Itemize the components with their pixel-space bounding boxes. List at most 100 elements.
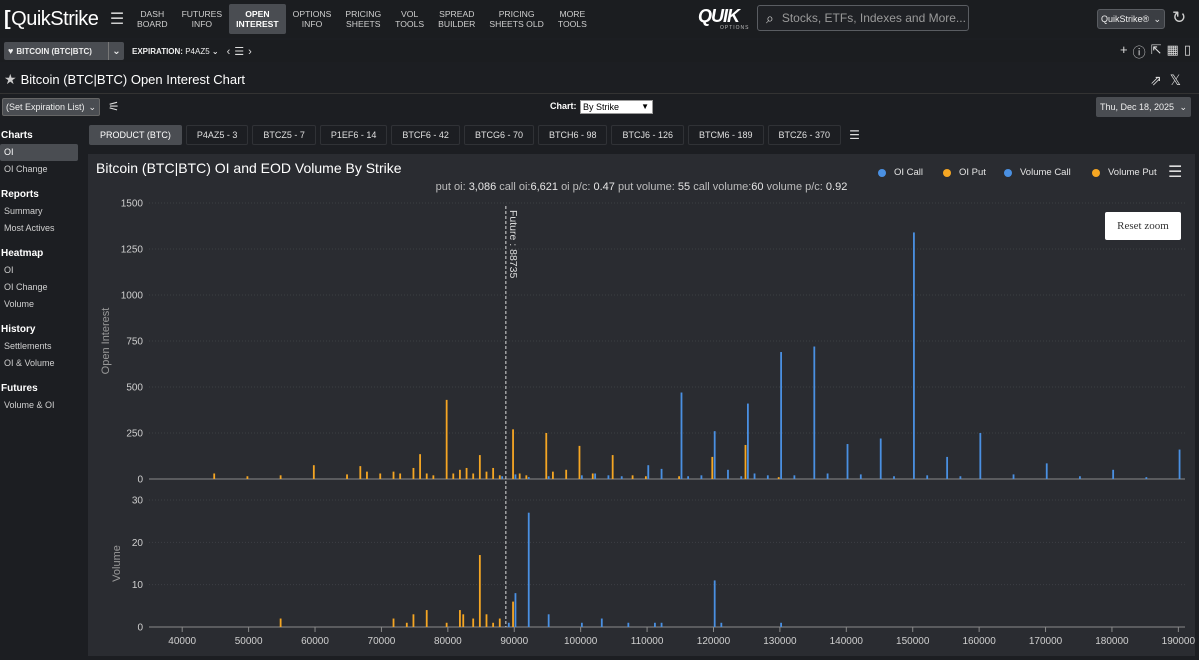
share-icon[interactable]: ⇱ bbox=[1151, 42, 1162, 61]
open-external-icon[interactable]: ⇗ bbox=[1150, 72, 1170, 88]
nav-item-futures-info[interactable]: FUTURES INFO bbox=[175, 4, 230, 34]
volume-put-bar bbox=[392, 618, 395, 627]
refresh-icon[interactable]: ↻ bbox=[1172, 8, 1186, 28]
x-tick-label: 160000 bbox=[962, 636, 996, 647]
x-tick-label: 130000 bbox=[763, 636, 797, 647]
chevron-down-icon: ⌄ bbox=[1153, 13, 1161, 24]
oi-put-bar bbox=[445, 399, 448, 479]
page-title: Bitcoin (BTC|BTC) Open Interest Chart bbox=[20, 72, 246, 87]
nav-item-more-tools[interactable]: MORE TOOLS bbox=[551, 4, 594, 34]
y-axis-label: Volume bbox=[111, 545, 123, 582]
sidebar-heading-charts: Charts bbox=[1, 130, 33, 141]
sidebar-item-charts-oi[interactable]: OI bbox=[0, 144, 78, 161]
tab-product-btc[interactable]: PRODUCT (BTC) bbox=[89, 125, 182, 145]
oi-volume-chart: 0 250 500 750 1000 1250 1500 Open Interest 0 10 20… bbox=[100, 199, 1195, 648]
calculator-icon[interactable]: ▦ bbox=[1167, 42, 1179, 61]
x-tick-label: 40000 bbox=[168, 636, 196, 647]
y-tick-label: 30 bbox=[132, 496, 144, 507]
legend-item-oi-call[interactable]: OI Call bbox=[878, 167, 923, 178]
quikstrike-logo[interactable]: [QuikStrike bbox=[0, 0, 104, 38]
main-menu-icon[interactable]: ☰ bbox=[104, 0, 130, 38]
nav-item-line1: OPEN bbox=[245, 9, 270, 19]
nav-item-open-interest[interactable]: OPEN INTEREST bbox=[229, 4, 286, 34]
document-icon[interactable]: ▯ bbox=[1184, 42, 1191, 61]
volume-put-bar bbox=[425, 610, 428, 627]
sidebar-heading-heatmap: Heatmap bbox=[1, 248, 44, 259]
sidebar-item-heatmap-volume[interactable]: Volume bbox=[0, 296, 82, 313]
nav-item-pricing-sheets[interactable]: PRICING SHEETS bbox=[338, 4, 388, 34]
oi-call-bar bbox=[727, 469, 729, 479]
user-menu-button[interactable]: QuikStrike® ⌄ bbox=[1097, 9, 1165, 29]
volume-put-bar bbox=[512, 601, 514, 627]
nav-item-dash-board[interactable]: DASH BOARD bbox=[130, 4, 175, 34]
volume-call-bar bbox=[660, 622, 663, 627]
oi-call-bar bbox=[946, 456, 949, 479]
tab-btcz6-370[interactable]: BTCZ6 - 370 bbox=[767, 125, 842, 145]
volume-call-bar bbox=[600, 618, 603, 627]
toolbar-icons: + ⓘ ⇱ ▦ ▯ bbox=[1120, 42, 1191, 61]
chart-type-label: Chart: bbox=[550, 101, 577, 111]
legend-item-volume-call[interactable]: Volume Call bbox=[1004, 167, 1071, 178]
y-tick-label: 10 bbox=[132, 580, 144, 591]
expiration-nav[interactable]: ‹☰› bbox=[227, 45, 256, 58]
tab-btcz5-7[interactable]: BTCZ5 - 7 bbox=[252, 125, 316, 145]
oi-call-bar bbox=[926, 475, 929, 479]
oi-call-bar bbox=[753, 473, 756, 479]
chart-type-select[interactable]: By Strike ▼ bbox=[580, 100, 653, 114]
nav-item-spread-builder[interactable]: SPREAD BUILDER bbox=[431, 4, 482, 34]
expiration-list-select[interactable]: (Set Expiration List) ⌄ bbox=[2, 98, 100, 116]
oi-put-bar bbox=[465, 467, 468, 479]
oi-call-bar bbox=[913, 232, 915, 479]
oi-put-bar bbox=[611, 455, 614, 479]
star-icon[interactable]: ★ bbox=[4, 71, 17, 88]
tab-btcj6-126[interactable]: BTCJ6 - 126 bbox=[611, 125, 684, 145]
list-icon[interactable]: ☰ bbox=[234, 46, 248, 58]
oi-put-bar bbox=[399, 473, 402, 479]
heart-icon[interactable]: ♥ bbox=[8, 46, 13, 56]
chevron-right-icon[interactable]: › bbox=[248, 46, 256, 58]
tab-btch6-98[interactable]: BTCH6 - 98 bbox=[537, 125, 608, 145]
nav-item-pricing-sheets-old[interactable]: PRICING SHEETS OLD bbox=[482, 4, 550, 34]
x-tick-label: 50000 bbox=[235, 636, 263, 647]
tab-p4az5-3[interactable]: P4AZ5 - 3 bbox=[185, 125, 249, 145]
sidebar-item-history-settlements[interactable]: Settlements bbox=[0, 338, 82, 355]
tab-btcg6-70[interactable]: BTCG6 - 70 bbox=[463, 125, 534, 145]
oi-call-bar bbox=[1178, 449, 1181, 479]
reset-zoom-button[interactable]: Reset zoom bbox=[1105, 212, 1181, 240]
date-select[interactable]: Thu, Dec 18, 2025 ⌄ bbox=[1096, 97, 1191, 117]
volume-put-bar bbox=[485, 614, 488, 627]
nav-item-vol-tools[interactable]: VOL TOOLS bbox=[388, 4, 431, 34]
tabs-menu-icon[interactable]: ☰ bbox=[849, 128, 860, 142]
tab-p1ef6-14[interactable]: P1EF6 - 14 bbox=[319, 125, 388, 145]
tab-btcm6-189[interactable]: BTCM6 - 189 bbox=[688, 125, 764, 145]
product-selector[interactable]: ♥ BITCOIN (BTC|BTC) ⌄ bbox=[4, 42, 124, 60]
add-icon[interactable]: + bbox=[1120, 42, 1128, 61]
sidebar-item-charts-oi-change[interactable]: OI Change bbox=[0, 161, 82, 178]
nav-item-line1: MORE bbox=[559, 9, 586, 19]
y-tick-label: 20 bbox=[132, 538, 144, 549]
settings-sliders-icon[interactable]: ⚟ bbox=[108, 99, 120, 115]
tab-btcf6-42[interactable]: BTCF6 - 42 bbox=[391, 125, 460, 145]
sidebar-item-heatmap-oi[interactable]: OI bbox=[0, 262, 82, 279]
info-icon[interactable]: ⓘ bbox=[1133, 42, 1146, 61]
x-social-icon[interactable]: 𝕏 bbox=[1170, 72, 1189, 88]
search-input[interactable]: ⌕ Stocks, ETFs, Indexes and More... bbox=[757, 5, 969, 31]
sidebar-item-futures-volume-oi[interactable]: Volume & OI bbox=[0, 397, 82, 414]
x-tick-label: 70000 bbox=[368, 636, 396, 647]
oi-put-bar bbox=[744, 444, 747, 479]
sidebar-item-reports-summary[interactable]: Summary bbox=[0, 203, 82, 220]
oi-call-bar bbox=[1145, 477, 1148, 479]
nav-item-options-info[interactable]: OPTIONS INFO bbox=[286, 4, 339, 34]
volume-call-bar bbox=[547, 614, 550, 627]
legend-item-oi-put[interactable]: OI Put bbox=[943, 167, 986, 178]
sidebar-item-history-oi-volume[interactable]: OI & Volume bbox=[0, 355, 82, 372]
oi-call-bar bbox=[879, 438, 882, 479]
chart-menu-icon[interactable]: ☰ bbox=[1168, 162, 1182, 182]
x-tick-label: 90000 bbox=[500, 636, 528, 647]
legend-item-volume-put[interactable]: Volume Put bbox=[1092, 167, 1157, 178]
sidebar-item-reports-most-actives[interactable]: Most Actives bbox=[0, 220, 82, 237]
expiration-selector[interactable]: EXPIRATION: P4AZ5 ⌄ bbox=[132, 47, 219, 56]
sidebar-item-heatmap-oi-change[interactable]: OI Change bbox=[0, 279, 82, 296]
nav-item-line2: SHEETS OLD bbox=[489, 19, 544, 29]
oi-put-bar bbox=[379, 473, 382, 479]
